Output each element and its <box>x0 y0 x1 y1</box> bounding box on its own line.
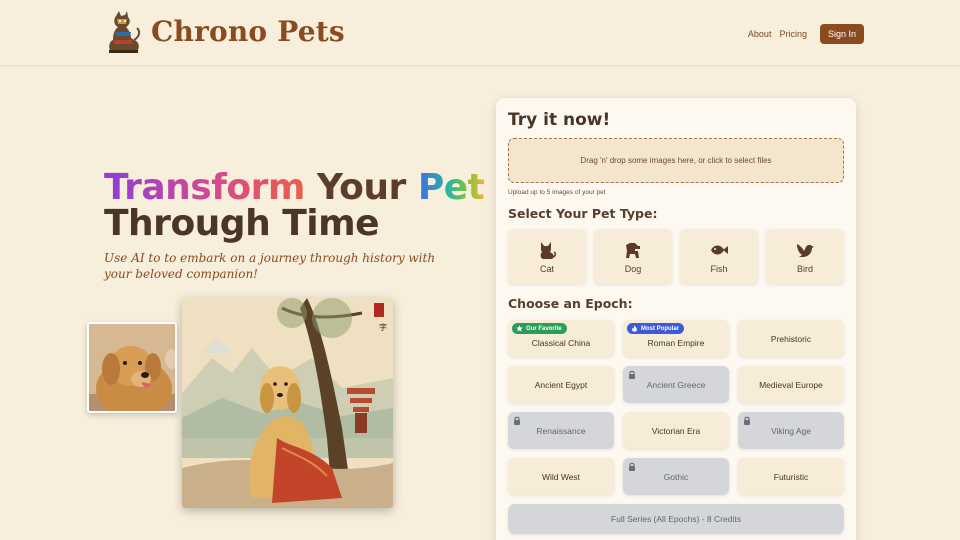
svg-text:字: 字 <box>379 322 387 332</box>
hero-title: Transform Your Pet Through Time <box>104 167 485 244</box>
epoch-classical-china[interactable]: Our Favorite Classical China <box>508 320 614 357</box>
hero-subtitle: Use AI to to embark on a journey through… <box>104 251 436 281</box>
hero-title-line-2: Through Time <box>104 203 380 244</box>
pet-type-bird[interactable]: Bird <box>766 229 844 284</box>
pet-type-cat[interactable]: Cat <box>508 229 586 284</box>
epoch-label: Roman Empire <box>647 337 705 348</box>
epoch-label: Ancient Egypt <box>534 379 588 390</box>
pet-type-label: Fish <box>710 263 728 274</box>
epoch-label: Futuristic <box>773 471 809 482</box>
star-icon <box>516 325 523 332</box>
pet-type-label: Cat <box>539 263 554 274</box>
epoch-renaissance[interactable]: Renaissance <box>508 412 614 449</box>
full-series-button[interactable]: Full Series (All Epochs) - 8 Credits <box>508 504 844 534</box>
pet-type-fish[interactable]: Fish <box>680 229 758 284</box>
bird-icon <box>797 243 814 257</box>
epoch-label: Gothic <box>663 471 689 482</box>
nav-pricing-link[interactable]: Pricing <box>779 29 807 39</box>
epoch-roman-empire[interactable]: Most Popular Roman Empire <box>623 320 729 357</box>
hero-title-word-transform: Transform <box>104 167 305 208</box>
epoch-futuristic[interactable]: Futuristic <box>738 458 844 495</box>
epoch-wild-west[interactable]: Wild West <box>508 458 614 495</box>
hero-title-line-1: Transform Your Pet <box>104 167 485 208</box>
epoch-label: Renaissance <box>536 425 586 436</box>
epoch-ancient-egypt[interactable]: Ancient Egypt <box>508 366 614 403</box>
epoch-label: Wild West <box>541 471 581 482</box>
top-nav: About Pricing Sign In <box>748 24 864 44</box>
epoch-label: Medieval Europe <box>759 379 823 390</box>
favorite-badge-label: Our Favorite <box>526 325 562 332</box>
epoch-prehistoric[interactable]: Prehistoric <box>738 320 844 357</box>
lock-icon <box>514 416 520 425</box>
pet-type-dog[interactable]: Dog <box>594 229 672 284</box>
lock-icon <box>629 370 635 379</box>
try-it-panel: Try it now! Drag 'n' drop some images he… <box>496 98 856 540</box>
panel-title: Try it now! <box>508 110 611 130</box>
upload-note: Upload up to 5 images of your pet <box>508 189 606 196</box>
popular-badge: Most Popular <box>627 323 685 334</box>
flame-icon <box>632 325 637 332</box>
epoch-label: Viking Age <box>770 425 811 436</box>
fish-icon <box>711 245 728 254</box>
lock-icon <box>744 416 750 425</box>
cat-statue-logo-icon[interactable] <box>104 10 142 54</box>
pet-type-heading: Select Your Pet Type: <box>508 206 658 221</box>
epoch-label: Classical China <box>531 337 591 348</box>
hero-title-word-pet: Pet <box>417 167 485 208</box>
pet-type-label: Bird <box>796 263 813 274</box>
image-dropzone[interactable]: Drag 'n' drop some images here, or click… <box>508 138 844 183</box>
popular-badge-label: Most Popular <box>641 325 680 332</box>
epoch-ancient-greece[interactable]: Ancient Greece <box>623 366 729 403</box>
epoch-heading: Choose an Epoch: <box>508 296 633 311</box>
historical-pet-artwork: 字 <box>182 298 393 508</box>
pet-type-label: Dog <box>624 263 642 274</box>
epoch-grid: Our Favorite Classical China Most Popula… <box>508 320 844 495</box>
hero-title-word-your: Your <box>316 167 406 208</box>
original-pet-photo <box>87 322 177 413</box>
favorite-badge: Our Favorite <box>512 323 567 334</box>
epoch-medieval-europe[interactable]: Medieval Europe <box>738 366 844 403</box>
epoch-label: Ancient Greece <box>646 379 706 390</box>
epoch-gothic[interactable]: Gothic <box>623 458 729 495</box>
epoch-victorian-era[interactable]: Victorian Era <box>623 412 729 449</box>
lock-icon <box>629 462 635 471</box>
epoch-viking-age[interactable]: Viking Age <box>738 412 844 449</box>
epoch-label: Victorian Era <box>651 425 701 436</box>
epoch-label: Prehistoric <box>770 333 812 344</box>
site-header: Chrono Pets About Pricing Sign In <box>0 0 960 66</box>
cat-icon <box>540 241 557 259</box>
dog-icon <box>626 242 640 258</box>
nav-about-link[interactable]: About <box>748 29 772 39</box>
brand-name[interactable]: Chrono Pets <box>151 15 345 48</box>
pet-type-grid: Cat Dog Fish Bird <box>508 229 844 284</box>
sign-in-button[interactable]: Sign In <box>819 24 864 44</box>
